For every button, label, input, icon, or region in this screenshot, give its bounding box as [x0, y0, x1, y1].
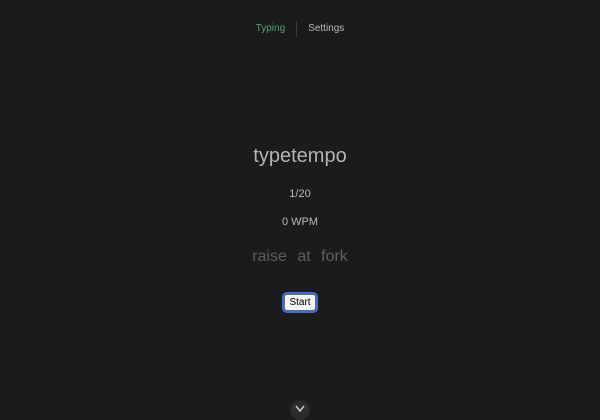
word-prompt: raise at fork — [252, 248, 348, 265]
start-container: Start — [0, 292, 600, 313]
chevron-down-icon — [295, 405, 305, 412]
tab-typing[interactable]: Typing — [245, 22, 296, 36]
wpm-readout: 0 WPM — [281, 216, 319, 228]
progress-counter: 1/20 — [289, 188, 311, 200]
app-title: typetempo — [253, 145, 347, 167]
top-nav: Typing Settings — [0, 21, 600, 37]
scroll-down-button[interactable] — [290, 400, 310, 420]
tab-settings[interactable]: Settings — [297, 22, 355, 36]
start-button[interactable]: Start — [282, 292, 318, 313]
